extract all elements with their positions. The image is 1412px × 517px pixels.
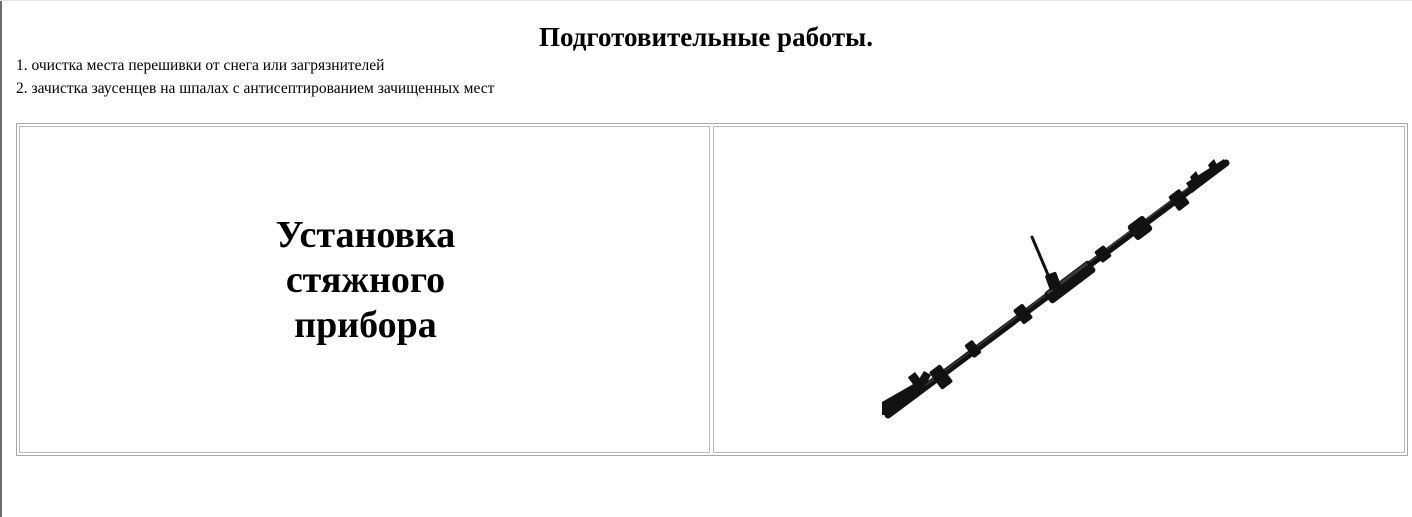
- list-item-step-2: 2. зачистка заусенцев на шпалах с антисе…: [16, 80, 495, 97]
- list-item-step-1: 1. очистка места перешивки от снега или …: [16, 57, 385, 74]
- tensioning-device-image: [882, 159, 1230, 419]
- tensioning-device-illustration: [882, 159, 1230, 419]
- section-caption-text: Установка стяжного прибора: [275, 214, 456, 346]
- section-caption: Установка стяжного прибора: [20, 213, 711, 348]
- content-table: Установка стяжного прибора: [16, 123, 1408, 456]
- preparation-steps-list: 1. очистка места перешивки от снега или …: [16, 54, 494, 100]
- page-title: Подготовительные работы.: [539, 22, 873, 52]
- top-border-rule: [0, 0, 1412, 1]
- caption-cell: Установка стяжного прибора: [19, 126, 710, 453]
- left-border-rule: [0, 0, 2, 517]
- image-cell: [713, 126, 1405, 453]
